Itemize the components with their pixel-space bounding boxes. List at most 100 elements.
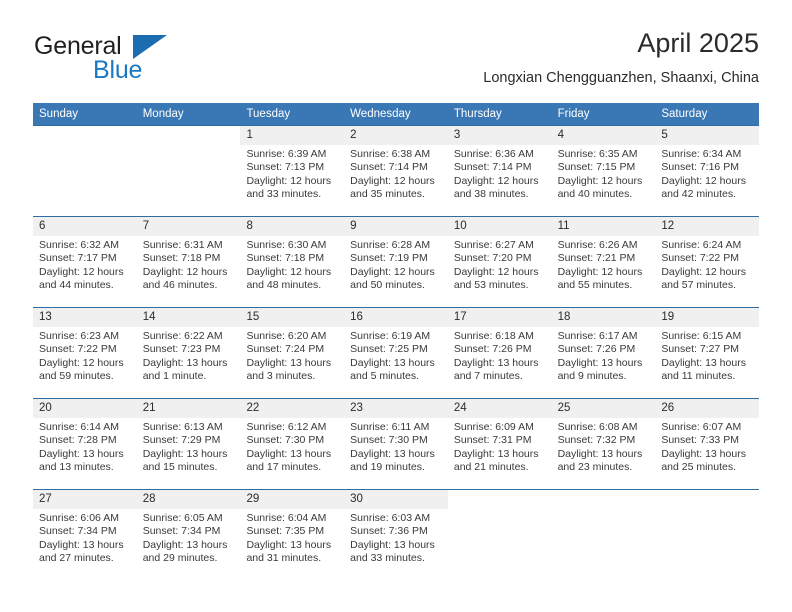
sunrise-text: Sunrise: 6:06 AM xyxy=(39,512,119,524)
day-number: 17 xyxy=(447,308,552,327)
sunrise-text: Sunrise: 6:14 AM xyxy=(39,421,119,433)
sunset-text: Sunset: 7:14 PM xyxy=(453,161,532,174)
daylight-text: Daylight: 12 hours and 46 minutes. xyxy=(142,265,228,292)
daylight-text: Daylight: 13 hours and 9 minutes. xyxy=(557,356,643,383)
day-cell: Sunrise: 6:27 AM Sunset: 7:20 PM Dayligh… xyxy=(448,236,552,307)
day-number: 27 xyxy=(33,490,137,509)
day-number: 5 xyxy=(655,126,760,145)
day-number: 16 xyxy=(344,308,448,327)
sunrise-text: Sunrise: 6:12 AM xyxy=(246,421,327,433)
day-number xyxy=(136,126,241,145)
sunset-text: Sunset: 7:34 PM xyxy=(39,525,117,538)
day-cell: Sunrise: 6:35 AM Sunset: 7:15 PM Dayligh… xyxy=(552,145,656,216)
week-row: 1 2 3 4 5 Sunrise: 6:39 AM Sunset: 7:13 … xyxy=(33,125,760,216)
day-cell xyxy=(448,509,552,580)
day-cell: Sunrise: 6:23 AM Sunset: 7:22 PM Dayligh… xyxy=(33,327,137,398)
sunset-text: Sunset: 7:16 PM xyxy=(661,161,739,174)
sunset-text: Sunset: 7:22 PM xyxy=(39,343,117,356)
day-number: 2 xyxy=(344,126,448,145)
day-details-row: Sunrise: 6:23 AM Sunset: 7:22 PM Dayligh… xyxy=(33,327,759,398)
day-cell: Sunrise: 6:17 AM Sunset: 7:26 PM Dayligh… xyxy=(552,327,656,398)
daylight-text: Daylight: 13 hours and 17 minutes. xyxy=(246,447,332,474)
day-number: 18 xyxy=(551,308,656,327)
day-cell: Sunrise: 6:13 AM Sunset: 7:29 PM Dayligh… xyxy=(137,418,241,489)
weekday-header-saturday: Saturday xyxy=(661,108,708,120)
day-number: 25 xyxy=(551,399,656,418)
daylight-text: Daylight: 13 hours and 27 minutes. xyxy=(39,538,124,565)
sunrise-text: Sunrise: 6:20 AM xyxy=(246,330,327,342)
daylight-text: Daylight: 13 hours and 7 minutes. xyxy=(453,356,539,383)
sunset-text: Sunset: 7:36 PM xyxy=(350,525,428,538)
day-number: 8 xyxy=(240,217,345,236)
day-cell: Sunrise: 6:07 AM Sunset: 7:33 PM Dayligh… xyxy=(655,418,759,489)
day-cell: Sunrise: 6:05 AM Sunset: 7:34 PM Dayligh… xyxy=(137,509,241,580)
day-cell: Sunrise: 6:31 AM Sunset: 7:18 PM Dayligh… xyxy=(137,236,241,307)
daylight-text: Daylight: 13 hours and 23 minutes. xyxy=(557,447,643,474)
day-details-row: Sunrise: 6:32 AM Sunset: 7:17 PM Dayligh… xyxy=(33,236,759,307)
daylight-text: Daylight: 13 hours and 31 minutes. xyxy=(246,538,332,565)
day-cell: Sunrise: 6:14 AM Sunset: 7:28 PM Dayligh… xyxy=(33,418,137,489)
day-number-row: 6 7 8 9 10 11 12 xyxy=(33,217,760,236)
daylight-text: Daylight: 13 hours and 3 minutes. xyxy=(246,356,332,383)
day-details-row: Sunrise: 6:39 AM Sunset: 7:13 PM Dayligh… xyxy=(33,145,759,216)
day-number: 30 xyxy=(344,490,448,509)
day-number: 20 xyxy=(33,399,137,418)
daylight-text: Daylight: 12 hours and 57 minutes. xyxy=(661,265,746,292)
sunset-text: Sunset: 7:34 PM xyxy=(142,525,221,538)
day-number: 23 xyxy=(344,399,448,418)
day-number: 1 xyxy=(240,126,345,145)
day-cell: Sunrise: 6:18 AM Sunset: 7:26 PM Dayligh… xyxy=(448,327,552,398)
day-number: 21 xyxy=(136,399,241,418)
daylight-text: Daylight: 12 hours and 44 minutes. xyxy=(39,265,124,292)
daylight-text: Daylight: 13 hours and 21 minutes. xyxy=(453,447,539,474)
sunset-text: Sunset: 7:14 PM xyxy=(350,161,428,174)
sunrise-text: Sunrise: 6:24 AM xyxy=(661,239,742,251)
day-cell xyxy=(552,509,656,580)
day-number: 24 xyxy=(447,399,552,418)
sunset-text: Sunset: 7:13 PM xyxy=(246,161,325,174)
sunrise-text: Sunrise: 6:28 AM xyxy=(350,239,431,251)
location-subtitle: Longxian Chengguanzhen, Shaanxi, China xyxy=(483,70,759,86)
day-number xyxy=(33,126,137,145)
sunset-text: Sunset: 7:31 PM xyxy=(453,434,532,447)
day-details-row: Sunrise: 6:14 AM Sunset: 7:28 PM Dayligh… xyxy=(33,418,759,489)
daylight-text: Daylight: 12 hours and 42 minutes. xyxy=(661,174,746,201)
sunrise-text: Sunrise: 6:31 AM xyxy=(142,239,223,251)
page-title: April 2025 xyxy=(637,28,759,58)
week-row: 13 14 15 16 17 18 19 Sunrise: 6:23 AM Su… xyxy=(33,307,760,398)
day-number: 4 xyxy=(551,126,656,145)
day-number-row: 13 14 15 16 17 18 19 xyxy=(33,308,760,327)
day-cell: Sunrise: 6:34 AM Sunset: 7:16 PM Dayligh… xyxy=(655,145,759,216)
sunset-text: Sunset: 7:18 PM xyxy=(142,252,221,265)
day-number: 10 xyxy=(447,217,552,236)
daylight-text: Daylight: 13 hours and 13 minutes. xyxy=(39,447,124,474)
page-header: General Blue April 2025 Longxian Chenggu… xyxy=(33,26,759,98)
sunrise-text: Sunrise: 6:35 AM xyxy=(557,148,638,160)
daylight-text: Daylight: 12 hours and 50 minutes. xyxy=(350,265,435,292)
weekday-header-tuesday: Tuesday xyxy=(246,108,291,120)
day-number: 15 xyxy=(240,308,345,327)
sunset-text: Sunset: 7:27 PM xyxy=(661,343,739,356)
day-number: 12 xyxy=(655,217,760,236)
weekday-header-row: Sunday Monday Tuesday Wednesday Thursday… xyxy=(33,103,759,125)
sunset-text: Sunset: 7:18 PM xyxy=(246,252,325,265)
weekday-header-monday: Monday xyxy=(142,108,184,120)
sunset-text: Sunset: 7:29 PM xyxy=(142,434,221,447)
daylight-text: Daylight: 13 hours and 19 minutes. xyxy=(350,447,435,474)
sunset-text: Sunset: 7:30 PM xyxy=(350,434,428,447)
day-number-row: 1 2 3 4 5 xyxy=(33,126,760,145)
sunrise-text: Sunrise: 6:19 AM xyxy=(350,330,431,342)
sunrise-text: Sunrise: 6:34 AM xyxy=(661,148,742,160)
sunrise-text: Sunrise: 6:18 AM xyxy=(453,330,534,342)
day-cell xyxy=(655,509,759,580)
week-row: 6 7 8 9 10 11 12 Sunrise: 6:32 AM Sunset… xyxy=(33,216,760,307)
day-number: 26 xyxy=(655,399,760,418)
general-blue-logo[interactable]: General Blue xyxy=(33,32,213,88)
day-number: 3 xyxy=(447,126,552,145)
sunrise-text: Sunrise: 6:27 AM xyxy=(453,239,534,251)
daylight-text: Daylight: 12 hours and 55 minutes. xyxy=(557,265,643,292)
sunset-text: Sunset: 7:20 PM xyxy=(453,252,532,265)
logo-text-blue: Blue xyxy=(93,56,143,84)
day-number xyxy=(655,490,760,509)
weekday-header-sunday: Sunday xyxy=(39,108,79,120)
